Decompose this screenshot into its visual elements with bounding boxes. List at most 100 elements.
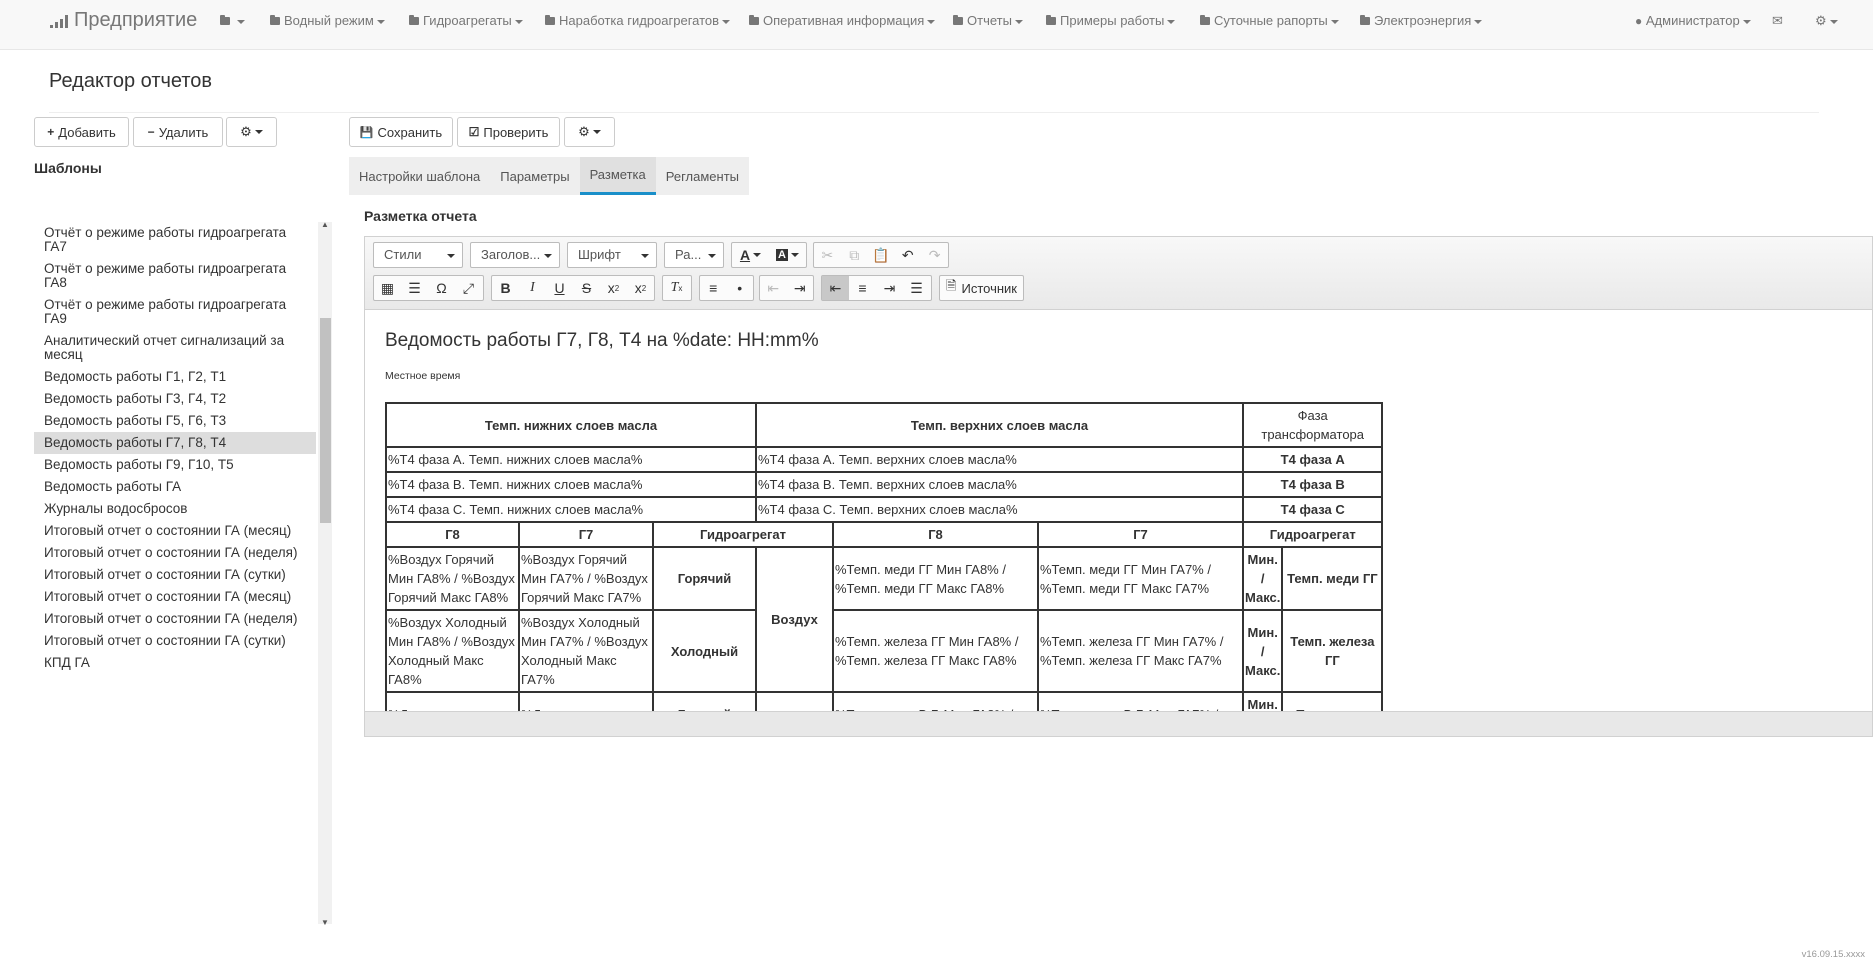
template-list-item[interactable]: Ведомость работы Г9, Г10, Т5	[34, 454, 316, 476]
table-icon[interactable]: ▦	[374, 276, 401, 300]
mail-icon[interactable]: ✉	[1772, 13, 1783, 29]
editor-status-bar	[365, 711, 1872, 736]
nav-hydro-units[interactable]: Гидроагрегаты	[409, 13, 523, 28]
minus-icon: −	[147, 125, 155, 139]
scroll-up-icon[interactable]: ▲	[320, 220, 330, 229]
table-cell: %Т4 фаза С. Темп. верхних слоев масла%	[755, 496, 1244, 523]
remove-format-group: Tx	[662, 275, 692, 301]
page-title: Редактор отчетов	[49, 70, 213, 92]
table-cell: Г8	[832, 521, 1039, 548]
outdent-icon[interactable]: ⇤	[760, 276, 787, 300]
tab-parameters[interactable]: Параметры	[490, 157, 580, 195]
special-char-icon[interactable]: Ω	[428, 276, 455, 300]
tab-markup[interactable]: Разметка	[579, 157, 656, 195]
maximize-icon[interactable]: ⤢	[455, 276, 482, 300]
subscript-icon[interactable]: x2	[600, 276, 627, 300]
template-list-item[interactable]: Ведомость работы ГА	[34, 476, 316, 498]
nav-examples[interactable]: Примеры работы	[1046, 13, 1176, 28]
template-list-item[interactable]: Итоговый отчет о состоянии ГА (неделя)	[34, 608, 316, 630]
horizontal-line-icon[interactable]: ☰	[401, 276, 428, 300]
sidebar-settings-dropdown[interactable]: ⚙	[226, 117, 277, 147]
template-list-item[interactable]: Отчёт о режиме работы гидроагрегата ГА7	[34, 222, 316, 258]
brand[interactable]: Предприятие	[50, 9, 197, 32]
align-center-icon[interactable]: ≡	[849, 276, 876, 300]
remove-format-icon[interactable]: Tx	[663, 276, 690, 300]
table-cell: %Т4 фаза В. Темп. верхних слоев масла%	[755, 471, 1244, 498]
format-combo[interactable]: Заголов...	[470, 242, 560, 268]
nav-daily-reports[interactable]: Суточные рапорты	[1200, 13, 1339, 28]
underline-icon[interactable]: U	[546, 276, 573, 300]
cut-icon[interactable]: ✂	[814, 243, 841, 267]
nav-reports[interactable]: Отчеты	[953, 13, 1023, 28]
indent-icon[interactable]: ⇥	[787, 276, 814, 300]
nav-operative-info[interactable]: Оперативная информация	[749, 13, 936, 28]
source-button[interactable]: 🗎 Источник	[940, 276, 1023, 300]
bg-color-icon[interactable]: A	[769, 243, 806, 267]
bold-icon[interactable]: B	[492, 276, 519, 300]
text-color-icon[interactable]: A	[732, 243, 769, 267]
template-list-item[interactable]: Итоговый отчет о состоянии ГА (неделя)	[34, 542, 316, 564]
basic-styles-group: B I U S x2 x2	[491, 275, 655, 301]
table-cell: Т4 фаза С	[1241, 496, 1384, 523]
bulleted-list-icon[interactable]: •	[727, 276, 754, 300]
add-button[interactable]: + Добавить	[34, 117, 129, 147]
template-list-item[interactable]: Ведомость работы Г3, Г4, Т2	[34, 388, 316, 410]
paste-icon[interactable]: 📋	[868, 243, 895, 267]
redo-icon[interactable]: ↷	[921, 243, 948, 267]
main-settings-dropdown[interactable]: ⚙	[564, 117, 615, 147]
template-list-item[interactable]: КПД ГА	[34, 652, 316, 674]
undo-icon[interactable]: ↶	[894, 243, 921, 267]
template-list-item[interactable]: Отчёт о режиме работы гидроагрегата ГА9	[34, 294, 316, 330]
tab-schedules[interactable]: Регламенты	[655, 157, 749, 195]
list-group: ≡ •	[699, 275, 754, 301]
document-subtitle: Местное время	[385, 370, 461, 382]
gear-icon: ⚙	[1815, 13, 1827, 28]
template-list-item[interactable]: Итоговый отчет о состоянии ГА (сутки)	[34, 630, 316, 652]
template-list-item[interactable]: Ведомость работы Г7, Г8, Т4	[34, 432, 316, 454]
document-icon: 🗎	[946, 278, 957, 293]
italic-icon[interactable]: I	[519, 276, 546, 300]
numbered-list-icon[interactable]: ≡	[700, 276, 727, 300]
table-cell: Горячий	[652, 546, 757, 611]
delete-button[interactable]: − Удалить	[133, 117, 223, 147]
tabs-bar: Настройки шаблона Параметры Разметка Рег…	[349, 157, 749, 195]
nav-user-menu[interactable]: ● Администратор	[1635, 13, 1751, 28]
template-list-item[interactable]: Ведомость работы Г5, Г6, Т3	[34, 410, 316, 432]
save-button[interactable]: 💾 Сохранить	[349, 117, 453, 147]
section-title: Разметка отчета	[364, 208, 477, 224]
template-list-item[interactable]: Журналы водосбросов	[34, 498, 316, 520]
editor-content[interactable]: Ведомость работы Г7, Г8, Т4 на %date: HH…	[365, 310, 1872, 714]
scroll-down-icon[interactable]: ▼	[320, 918, 330, 927]
copy-icon[interactable]: ⧉	[841, 243, 868, 267]
template-list-item[interactable]: Итоговый отчет о состоянии ГА (сутки)	[34, 564, 316, 586]
nav-water-regime[interactable]: Водный режим	[270, 13, 385, 28]
settings-menu[interactable]: ⚙	[1815, 13, 1838, 29]
clipboard-group: ✂ ⧉ 📋 ↶ ↷	[813, 242, 949, 268]
scrollbar-thumb[interactable]	[320, 318, 331, 523]
nav-folder-menu[interactable]	[220, 13, 245, 28]
superscript-icon[interactable]: x2	[627, 276, 654, 300]
strikethrough-icon[interactable]: S	[573, 276, 600, 300]
table-cell: Темп. нижних слоев масла	[385, 402, 757, 448]
tab-template-settings[interactable]: Настройки шаблона	[349, 157, 491, 195]
table-row: %Воздух Горячий Мин ГА8% / %Воздух Горяч…	[385, 546, 1384, 693]
nav-runtime[interactable]: Наработка гидроагрегатов	[545, 13, 731, 28]
align-right-icon[interactable]: ⇥	[876, 276, 903, 300]
check-button[interactable]: ☑ Проверить	[457, 117, 560, 147]
template-list-item[interactable]: Итоговый отчет о состоянии ГА (месяц)	[34, 586, 316, 608]
table-cell: Воздух	[755, 546, 834, 693]
template-list-item[interactable]: Отчёт о режиме работы гидроагрегата ГА8	[34, 258, 316, 294]
align-justify-icon[interactable]: ☰	[903, 276, 930, 300]
template-list-item[interactable]: Аналитический отчет сигнализаций за меся…	[34, 330, 316, 366]
gears-icon: ⚙	[240, 124, 252, 139]
table-cell: %Темп. железа ГГ Мин ГА7% / %Темп. желез…	[1037, 609, 1244, 693]
align-left-icon[interactable]: ⇤	[822, 276, 849, 300]
styles-combo[interactable]: Стили	[373, 242, 463, 268]
gears-icon: ⚙	[578, 124, 590, 139]
template-list-item[interactable]: Итоговый отчет о состоянии ГА (месяц)	[34, 520, 316, 542]
nav-electricity[interactable]: Электроэнергия	[1360, 13, 1483, 28]
size-combo[interactable]: Ра...	[664, 242, 724, 268]
template-list-item[interactable]: Ведомость работы Г1, Г2, Т1	[34, 366, 316, 388]
table-cell: Гидроагрегат	[1241, 521, 1384, 548]
font-combo[interactable]: Шрифт	[567, 242, 657, 268]
